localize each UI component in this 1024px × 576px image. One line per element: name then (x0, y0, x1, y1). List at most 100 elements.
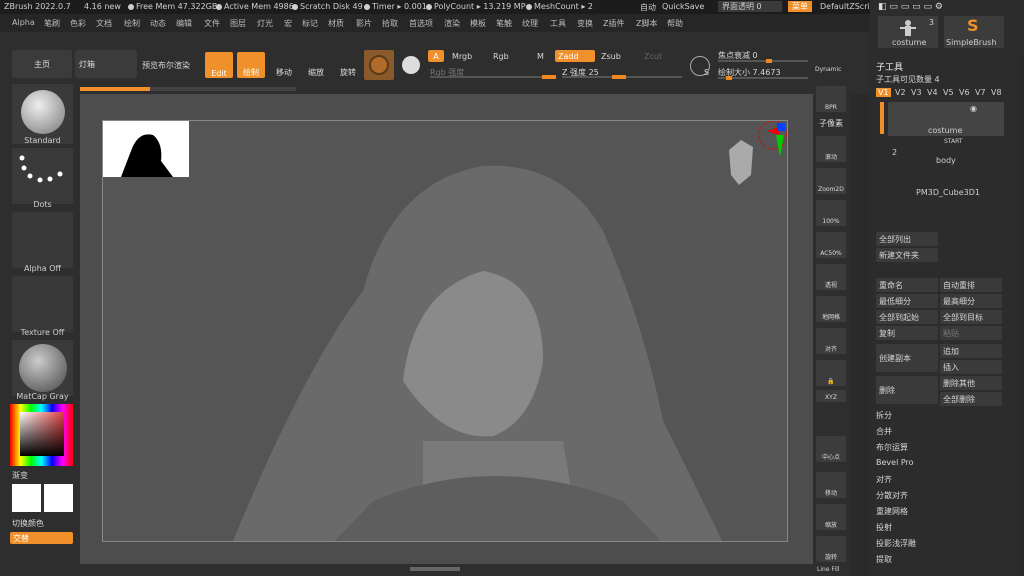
duplicate-button[interactable]: 创建副本 (876, 344, 938, 372)
menu-item[interactable]: 动态 (150, 18, 166, 29)
alpha-thumb[interactable] (12, 212, 73, 268)
color-square[interactable] (20, 412, 64, 456)
move-button[interactable]: 移动 (270, 52, 298, 78)
menu-item[interactable]: 灯光 (257, 18, 273, 29)
window-controls[interactable]: ◧ ▭ ▭ ▭ ▭ ⚙ (878, 2, 943, 12)
menu-item[interactable]: 标记 (302, 18, 318, 29)
list-item[interactable]: PM3D_Cube3D1 (888, 174, 1004, 202)
menu-item[interactable]: 笔触 (496, 18, 512, 29)
menu-item[interactable]: 拾取 (382, 18, 398, 29)
menu-item[interactable]: 编辑 (176, 18, 192, 29)
z-strength-track[interactable] (562, 75, 682, 79)
transparency-slider[interactable]: 界面透明 0 (718, 1, 782, 12)
tab-v3[interactable]: V3 (911, 88, 922, 97)
colorize-button[interactable] (398, 52, 424, 78)
gradient-label[interactable]: 渐变 (12, 470, 28, 481)
menu-item[interactable]: 材质 (328, 18, 344, 29)
tab-v8[interactable]: V8 (991, 88, 1002, 97)
tab-v2[interactable]: V2 (895, 88, 906, 97)
xyz-button[interactable]: XYZ (816, 390, 846, 402)
zoom2d-button[interactable]: Zoom2D (816, 168, 846, 194)
draw-size-track[interactable] (718, 76, 808, 80)
menu-item[interactable]: 宏 (284, 18, 292, 29)
delete-other-button[interactable]: 删除其他 (940, 376, 1002, 390)
floor-grid-button[interactable]: 地网格 (816, 296, 846, 322)
merge-menu[interactable]: 合并 (876, 426, 892, 437)
frame-button[interactable]: 中心点 (816, 436, 846, 462)
extract-menu[interactable]: 提取 (876, 554, 892, 565)
delete-button[interactable]: 删除 (876, 376, 938, 404)
menu-item[interactable]: 影片 (356, 18, 372, 29)
material-swatch-button[interactable] (364, 50, 394, 80)
menu-item[interactable]: 笔刷 (44, 18, 60, 29)
scale-button[interactable]: 缩放 (302, 52, 330, 78)
preview-render-button[interactable]: 预览布尔渲染 (142, 60, 190, 71)
bevel-pro-menu[interactable]: Bevel Pro (876, 458, 914, 467)
lock-button[interactable]: 🔒 (816, 360, 846, 386)
append-button[interactable]: 追加 (940, 344, 1002, 358)
rgb-button[interactable]: Rgb (493, 52, 509, 61)
slider-thumb[interactable] (542, 75, 556, 79)
align-button[interactable]: 对齐 (816, 328, 846, 354)
focal-shift-track[interactable] (718, 59, 808, 63)
home-button[interactable]: 主页 (12, 50, 72, 78)
menu-item[interactable]: 工具 (550, 18, 566, 29)
secondary-color-swatch[interactable] (44, 484, 73, 512)
dynamic-toggle[interactable]: Dynamic (815, 66, 841, 73)
perspective-button[interactable]: 透视 (816, 264, 846, 290)
quicksave-button[interactable]: QuickSave (662, 2, 704, 11)
lightbox-button[interactable]: 灯箱 (75, 50, 137, 78)
boolean-menu[interactable]: 布尔运算 (876, 442, 908, 453)
main-color-swatch[interactable] (12, 484, 41, 512)
autoreorder-button[interactable]: 自动重排 (940, 278, 1002, 292)
material-thumb[interactable] (12, 340, 73, 396)
slider-thumb[interactable] (766, 59, 772, 63)
switch-color-button[interactable]: 切换颜色 (12, 518, 44, 529)
a-button[interactable]: A (428, 50, 444, 62)
list-item[interactable]: 2 START body (888, 138, 1004, 172)
lowest-subdiv-button[interactable]: 最低细分 (876, 294, 938, 308)
menu-item[interactable]: Alpha (12, 18, 35, 27)
tool-costume-thumb[interactable]: 3 costume (878, 16, 938, 48)
alternate-button[interactable]: 交替 (10, 532, 73, 544)
tool-simplebrush-thumb[interactable]: S SimpleBrush (944, 16, 1004, 48)
eye-icon[interactable]: ◉ (970, 104, 977, 113)
ac50-button[interactable]: AC50% (816, 232, 846, 258)
bpr-button[interactable]: BPR (816, 86, 846, 112)
m-button[interactable]: M (537, 52, 544, 61)
mrgb-button[interactable]: Mrgb (452, 52, 472, 61)
menu-item[interactable]: 模板 (470, 18, 486, 29)
zcut-button[interactable]: Zcut (644, 52, 662, 61)
all-high-button[interactable]: 全部到目标 (940, 310, 1002, 324)
color-picker[interactable] (10, 404, 73, 466)
move-view-button[interactable]: 移动 (816, 472, 846, 498)
menu-item[interactable]: 文件 (204, 18, 220, 29)
paste-button[interactable]: 粘贴 (940, 326, 1002, 340)
draw-button[interactable]: 绘制 (237, 52, 265, 78)
subtool-header[interactable]: 子工具 (876, 60, 903, 73)
document-canvas[interactable] (102, 120, 788, 542)
tab-v6[interactable]: V6 (959, 88, 970, 97)
rename-button[interactable]: 重命名 (876, 278, 938, 292)
rotate-button[interactable]: 旋转 (334, 52, 362, 78)
project-menu[interactable]: 投射 (876, 522, 892, 533)
menu-item[interactable]: 色彩 (70, 18, 86, 29)
rgb-strength-track[interactable] (430, 75, 556, 79)
menu-item[interactable]: Z插件 (603, 18, 624, 29)
edit-button[interactable]: Edit (205, 52, 233, 78)
zoom-view-button[interactable]: 缩放 (816, 504, 846, 530)
menu-item[interactable]: 变换 (577, 18, 593, 29)
axis-gizmo-icon[interactable] (751, 121, 788, 165)
align-menu[interactable]: 对齐 (876, 474, 892, 485)
scroll-button[interactable]: 滚动 (816, 136, 846, 162)
delete-all-button[interactable]: 全部删除 (940, 392, 1002, 406)
rotate-view-button[interactable]: 旋转 (816, 536, 846, 562)
menu-button[interactable]: 菜单 (788, 1, 812, 12)
visible-count-slider[interactable]: 子工具可见数量 4 (876, 74, 940, 85)
distribute-menu[interactable]: 分散对齐 (876, 490, 908, 501)
brush-thumb[interactable] (12, 84, 73, 144)
all-low-button[interactable]: 全部到起始 (876, 310, 938, 324)
copy-button[interactable]: 复制 (876, 326, 938, 340)
tab-v1[interactable]: V1 (876, 88, 891, 97)
menu-item[interactable]: 纹理 (522, 18, 538, 29)
